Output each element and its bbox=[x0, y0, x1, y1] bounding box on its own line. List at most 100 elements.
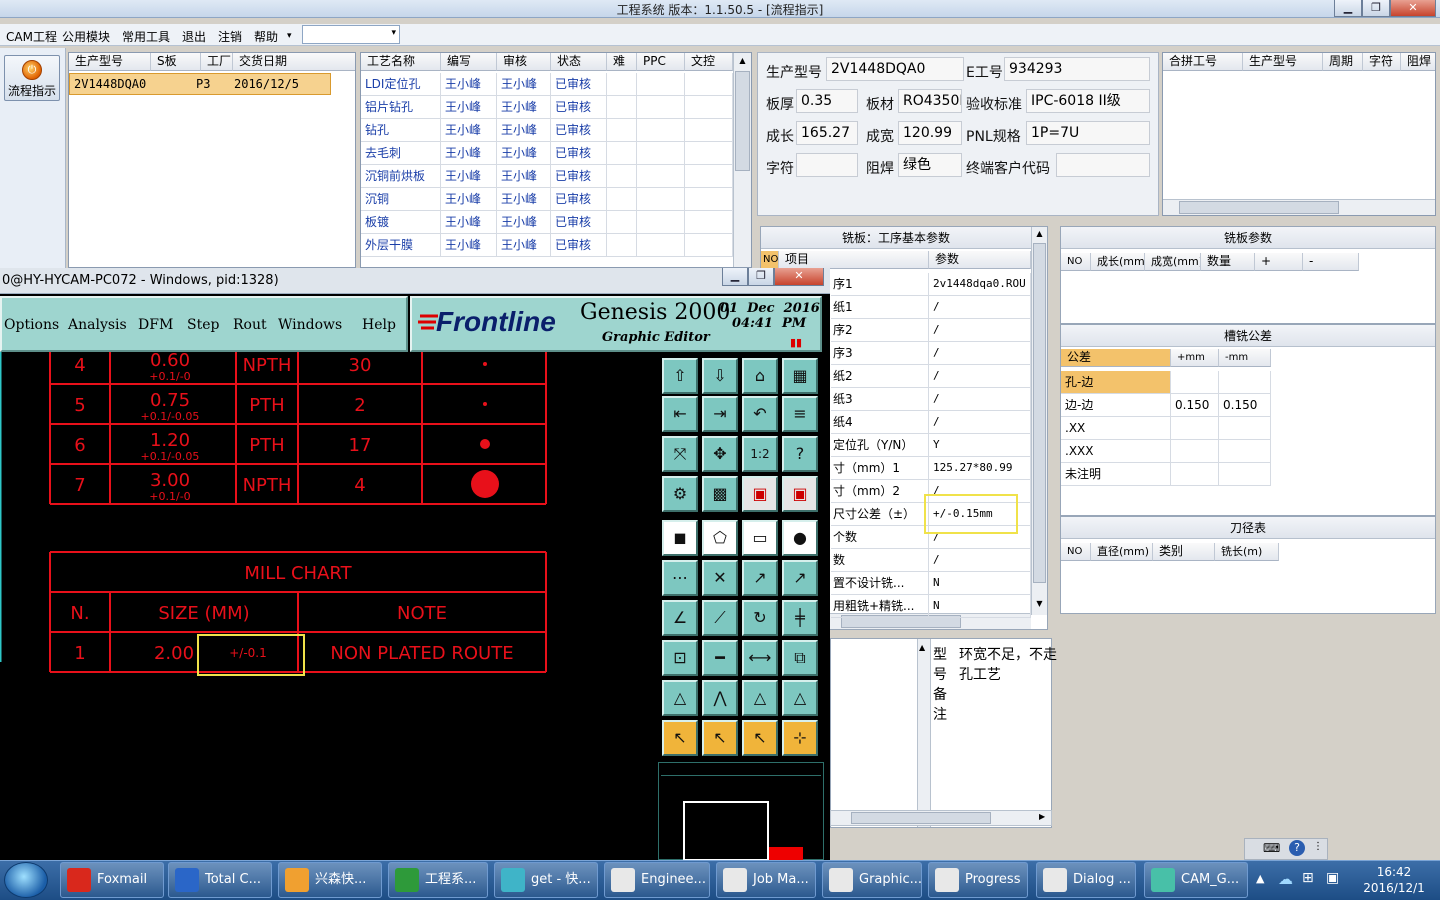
taskbar-item[interactable]: Progress bbox=[928, 862, 1028, 898]
tolerance-value-cell[interactable] bbox=[1219, 417, 1271, 440]
col-header-width[interactable]: 成宽(mm) bbox=[1145, 253, 1201, 271]
col-header-ppc[interactable]: PPC bbox=[637, 53, 685, 71]
toolbox-tool-icon[interactable]: △ bbox=[742, 680, 778, 716]
taskbar-item[interactable]: Enginee... bbox=[604, 862, 710, 898]
table-cell[interactable]: 已审核 bbox=[551, 234, 607, 257]
table-cell[interactable]: 王小峰 bbox=[441, 211, 497, 234]
table-cell[interactable] bbox=[685, 142, 733, 165]
toolbox-tool-icon[interactable]: ▣ bbox=[742, 476, 778, 512]
taskbar-item[interactable]: Job Ma... bbox=[716, 862, 816, 898]
menu-public-module[interactable]: 公用模块 bbox=[62, 28, 110, 45]
menu-cam[interactable]: CAM工程 bbox=[6, 28, 57, 45]
col-header-plus[interactable]: + bbox=[1255, 253, 1303, 271]
system-clock[interactable]: 16:42 2016/12/1 bbox=[1354, 864, 1434, 898]
genesis-menu-analysis[interactable]: Analysis bbox=[68, 317, 127, 333]
mill-vscroll-thumb[interactable] bbox=[1033, 243, 1046, 583]
toolbox-tool-icon[interactable]: ↗ bbox=[742, 560, 778, 596]
taskbar-item[interactable]: CAM_G... bbox=[1144, 862, 1248, 898]
scroll-down-icon[interactable]: ▼ bbox=[1032, 599, 1047, 608]
toolbox-tool-icon[interactable]: ⟷ bbox=[742, 640, 778, 676]
field-solder-mask[interactable]: 绿色 bbox=[898, 153, 962, 177]
genesis-menu-help[interactable]: Help bbox=[362, 317, 396, 333]
tolerance-value-cell[interactable] bbox=[1171, 440, 1219, 463]
col-header-no[interactable]: NO bbox=[761, 251, 779, 269]
tolerance-value-cell[interactable] bbox=[1219, 371, 1271, 394]
param-value-cell[interactable]: 125.27*80.99 bbox=[929, 457, 1031, 480]
param-value-cell[interactable]: / bbox=[929, 296, 1031, 319]
toolbox-tool-icon[interactable]: ▣ bbox=[782, 476, 818, 512]
keyboard-icon[interactable]: ⌨ bbox=[1263, 841, 1280, 855]
toolbox-tool-icon[interactable]: ● bbox=[782, 520, 818, 556]
remarks-scrollbar[interactable]: ▲ bbox=[917, 639, 931, 827]
tolerance-type-cell[interactable]: .XXX bbox=[1061, 440, 1171, 463]
col-header-minus[interactable]: - bbox=[1303, 253, 1359, 271]
param-item-cell[interactable]: 数 bbox=[831, 549, 929, 572]
col-header-status[interactable]: 状态 bbox=[551, 53, 607, 71]
toolbox-tool-icon[interactable]: ▩ bbox=[702, 476, 738, 512]
process-name-cell[interactable]: 铝片钻孔 bbox=[361, 96, 441, 119]
maximize-button[interactable]: ❐ bbox=[1362, 0, 1390, 17]
table-cell[interactable] bbox=[637, 73, 685, 96]
field-eno[interactable]: 934293 bbox=[1004, 57, 1150, 81]
taskbar-item[interactable]: Total C... bbox=[168, 862, 272, 898]
table-cell[interactable]: 已审核 bbox=[551, 142, 607, 165]
toolbox-tool-icon[interactable]: △ bbox=[662, 680, 698, 716]
bottom-hscrollbar[interactable]: ▶ bbox=[830, 810, 1052, 826]
table-cell[interactable]: 王小峰 bbox=[497, 165, 551, 188]
tolerance-type-cell[interactable]: 边-边 bbox=[1061, 394, 1171, 417]
table-cell[interactable]: 王小峰 bbox=[441, 73, 497, 96]
col-header-no[interactable]: NO bbox=[1061, 253, 1091, 271]
genesis-menu-step[interactable]: Step bbox=[187, 317, 219, 333]
field-pnl[interactable]: 1P=7U bbox=[1026, 121, 1150, 145]
param-item-cell[interactable]: 置不设计铣... bbox=[831, 572, 929, 595]
bottom-hscroll-thumb[interactable] bbox=[851, 812, 991, 824]
table-cell[interactable] bbox=[607, 211, 637, 234]
table-row-selected[interactable]: 2V1448DQA0 P3 2016/12/5 bbox=[69, 73, 331, 95]
table-cell[interactable] bbox=[637, 142, 685, 165]
toolbox-tool-icon[interactable]: ◼ bbox=[662, 520, 698, 556]
col-header-merge-model[interactable]: 生产型号 bbox=[1243, 53, 1323, 71]
col-header-tolerance[interactable]: 公差 bbox=[1061, 349, 1171, 367]
col-header-merge-char[interactable]: 字符 bbox=[1363, 53, 1401, 71]
table-cell[interactable] bbox=[637, 234, 685, 257]
table-cell[interactable]: 已审核 bbox=[551, 96, 607, 119]
flow-instruction-button[interactable]: ⏻ 流程指示 bbox=[4, 55, 60, 101]
menu-common-tools[interactable]: 常用工具 bbox=[122, 28, 170, 45]
toolbox-tool-icon[interactable]: △ bbox=[782, 680, 818, 716]
table-cell[interactable] bbox=[685, 119, 733, 142]
toolbox-tool-icon[interactable]: ⇥ bbox=[702, 396, 738, 432]
col-header-item[interactable]: 项目 bbox=[779, 251, 929, 269]
col-header-no[interactable]: NO bbox=[1061, 543, 1091, 561]
toolbox-tool-icon[interactable]: ↶ bbox=[742, 396, 778, 432]
notification-icon[interactable]: ▣ bbox=[1326, 870, 1339, 886]
taskbar-item[interactable]: Graphic... bbox=[822, 862, 922, 898]
param-value-cell[interactable]: / bbox=[929, 388, 1031, 411]
param-value-cell[interactable]: Y bbox=[929, 434, 1031, 457]
process-name-cell[interactable]: 外层干膜 bbox=[361, 234, 441, 257]
table-cell[interactable] bbox=[685, 165, 733, 188]
param-item-cell[interactable]: 定位孔（Y/N） bbox=[831, 434, 929, 457]
field-material[interactable]: RO4350B bbox=[898, 89, 962, 113]
help-icon[interactable]: ? bbox=[1289, 840, 1305, 856]
toolbox-tool-icon[interactable]: ╪ bbox=[782, 600, 818, 636]
toolbox-tool-icon[interactable]: ↻ bbox=[742, 600, 778, 636]
param-value-cell[interactable]: / bbox=[929, 365, 1031, 388]
merge-hscrollbar[interactable] bbox=[1163, 199, 1435, 215]
table-cell[interactable]: 已审核 bbox=[551, 119, 607, 142]
col-header-length[interactable]: 成长(mm) bbox=[1091, 253, 1145, 271]
col-header-difficulty[interactable]: 难 bbox=[607, 53, 637, 71]
table-cell[interactable] bbox=[685, 188, 733, 211]
table-cell[interactable]: 王小峰 bbox=[497, 142, 551, 165]
toolbox-tool-icon[interactable]: ≡ bbox=[782, 396, 818, 432]
col-header-model[interactable]: 生产型号 bbox=[69, 53, 151, 71]
tray-expand-icon[interactable]: ▲ bbox=[1256, 872, 1264, 885]
col-header-merge-no[interactable]: 合拼工号 bbox=[1163, 53, 1243, 71]
param-item-cell[interactable]: 序2 bbox=[831, 319, 929, 342]
toolbox-tool-icon[interactable]: ⤧ bbox=[662, 436, 698, 472]
mill-vscrollbar[interactable]: ▲ ▼ bbox=[1031, 227, 1047, 615]
scroll-up-icon[interactable]: ▲ bbox=[919, 643, 925, 652]
field-character[interactable] bbox=[796, 153, 858, 177]
param-item-cell[interactable]: 用粗铣+精铣... bbox=[831, 595, 929, 618]
col-header-author[interactable]: 编写 bbox=[441, 53, 497, 71]
taskbar-item[interactable]: Dialog ... bbox=[1036, 862, 1136, 898]
